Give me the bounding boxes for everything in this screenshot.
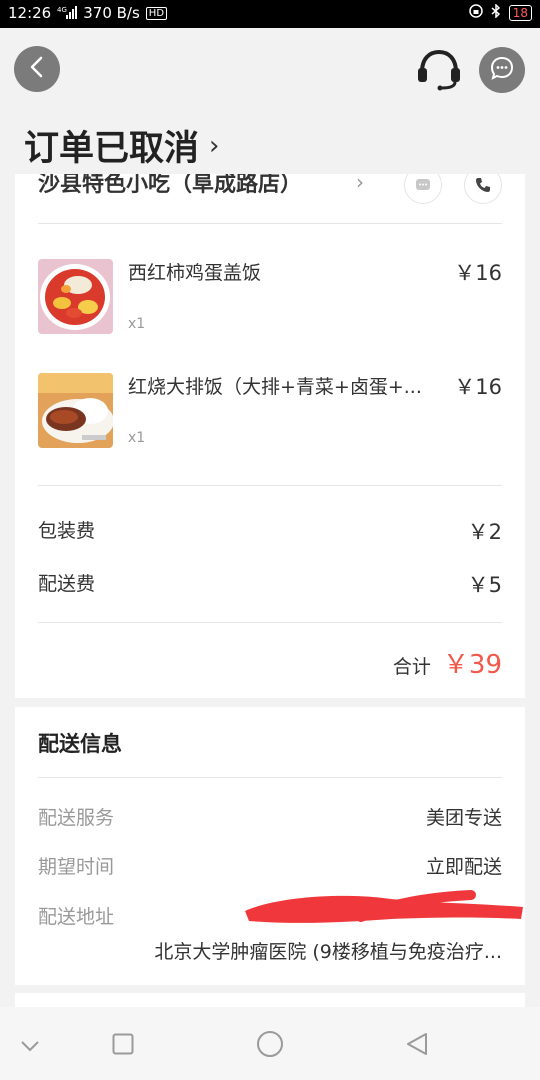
dish-image: [38, 259, 113, 334]
back-triangle-icon[interactable]: [404, 1031, 430, 1061]
hd-icon: HD: [145, 6, 168, 20]
chevron-left-icon: [27, 55, 47, 83]
info-key: 期望时间: [38, 856, 115, 878]
total-amount: ￥39: [442, 650, 502, 680]
store-row[interactable]: 沙县特色小吃（阜成路店） ›: [38, 174, 503, 210]
recent-apps-icon[interactable]: [112, 1033, 134, 1059]
page-title[interactable]: 订单已取消 ›: [24, 120, 219, 171]
network-speed: 370 B/s: [83, 4, 140, 22]
order-status-title: 订单已取消: [24, 129, 200, 169]
item-qty: x1: [128, 316, 146, 332]
order-item[interactable]: 红烧大排饭（大排+青菜+卤蛋+... x1 ￥16: [38, 373, 502, 453]
home-icon[interactable]: [256, 1030, 284, 1062]
order-item[interactable]: 西红柿鸡蛋盖饭 x1 ￥16: [38, 259, 502, 339]
dish-image: [38, 373, 113, 448]
item-qty: x1: [128, 430, 146, 446]
fee-label: 包装费: [38, 520, 96, 542]
system-nav-bar: [0, 1007, 540, 1080]
headset-icon: [414, 49, 464, 96]
delivery-address: 北京大学肿瘤医院 (9楼移植与免疫治疗...: [154, 941, 502, 963]
divider: [38, 777, 502, 778]
delivery-info-card: 配送信息 配送服务 美团专送 期望时间 立即配送 配送地址 北京大学肿瘤医院 (…: [15, 707, 525, 985]
info-key: 配送地址: [38, 906, 115, 928]
total-label: 合计: [392, 656, 431, 678]
status-time: 12:26: [8, 4, 52, 22]
next-card: [15, 993, 525, 1007]
chevron-right-icon: ›: [209, 130, 220, 161]
chevron-right-icon: ›: [356, 174, 364, 194]
info-key: 配送服务: [38, 807, 115, 829]
lock-icon: [468, 4, 483, 22]
item-price: ￥16: [454, 261, 502, 285]
signal-icon: 4G: [57, 5, 78, 22]
battery-icon: 18: [508, 5, 532, 21]
divider: [38, 485, 502, 486]
chat-button[interactable]: [479, 47, 525, 93]
packaging-fee-row: 包装费 ￥2: [38, 516, 502, 544]
divider: [38, 223, 502, 224]
info-value: 美团专送: [425, 807, 502, 829]
redaction-mark: [241, 889, 525, 933]
chat-bubble-icon: [489, 55, 515, 85]
info-value: 立即配送: [425, 856, 502, 878]
item-price: ￥16: [454, 375, 502, 399]
svg-text:4G: 4G: [57, 6, 67, 14]
bluetooth-icon: [491, 3, 501, 22]
back-button[interactable]: [14, 46, 60, 92]
divider: [38, 622, 502, 623]
fee-label: 配送费: [38, 573, 96, 595]
store-chat-icon[interactable]: [404, 174, 442, 204]
order-card: 沙县特色小吃（阜成路店） › 西红柿鸡蛋盖饭 x1 ￥16 红烧大排饭（大排+青…: [15, 174, 525, 698]
delivery-fee-row: 配送费 ￥5: [38, 569, 502, 597]
item-name: 西红柿鸡蛋盖饭: [128, 262, 262, 284]
order-total: 合计 ￥39: [393, 644, 502, 681]
store-name: 沙县特色小吃（阜成路店）: [38, 174, 303, 197]
status-bar: 12:26 4G 370 B/s HD 18: [0, 0, 540, 28]
item-name: 红烧大排饭（大排+青菜+卤蛋+...: [128, 376, 422, 398]
phone-icon[interactable]: [464, 174, 502, 204]
section-title: 配送信息: [38, 732, 122, 756]
chevron-down-icon[interactable]: [20, 1037, 40, 1056]
fee-value: ￥5: [467, 573, 502, 597]
fee-value: ￥2: [467, 520, 502, 544]
customer-service-button[interactable]: [414, 46, 464, 92]
